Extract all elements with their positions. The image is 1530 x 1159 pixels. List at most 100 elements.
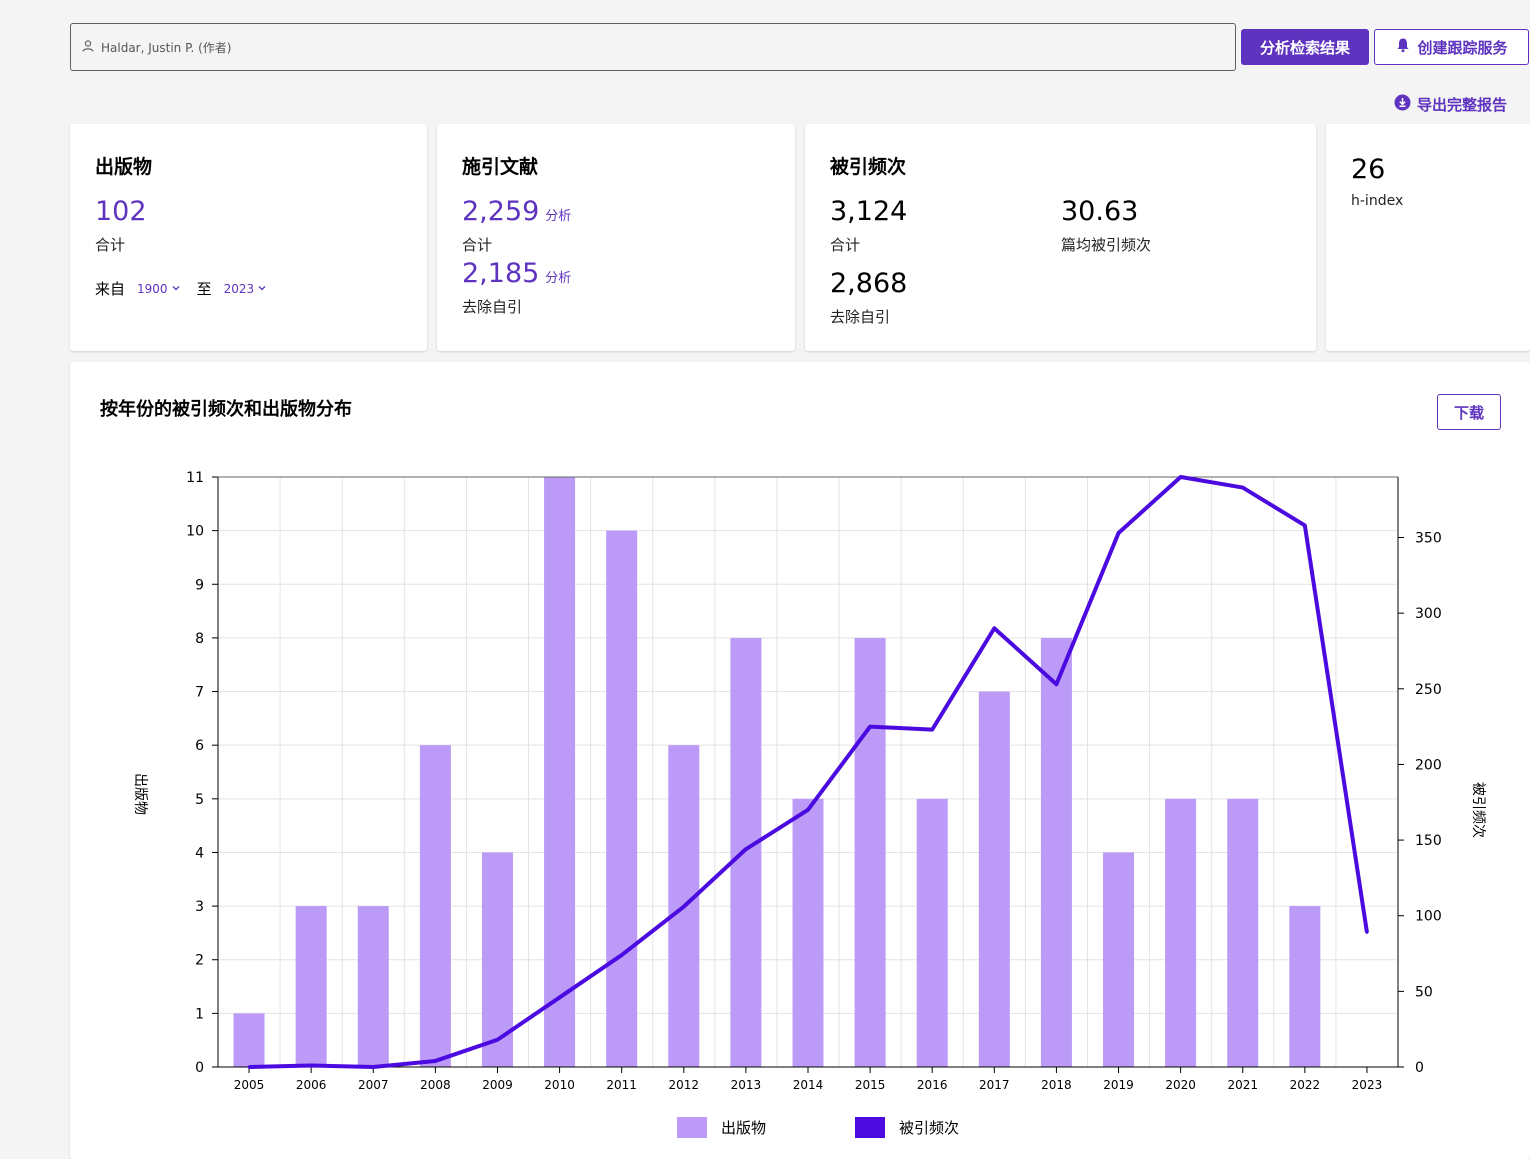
- legend-label-publications: 出版物: [721, 1119, 767, 1137]
- to-label: 至: [196, 280, 212, 298]
- point-2008: [433, 1059, 437, 1063]
- x-tick-label: 2005: [234, 1078, 265, 1092]
- publications-title: 出版物: [95, 156, 153, 178]
- x-tick-label: 2010: [544, 1078, 575, 1092]
- point-2010: [558, 995, 562, 999]
- x-tick-label: 2016: [917, 1078, 948, 1092]
- x-tick-label: 2022: [1290, 1078, 1321, 1092]
- search-input[interactable]: Haldar, Justin P. (作者): [70, 23, 1236, 71]
- y-tick-label: 2: [195, 953, 204, 969]
- legend-item-times-cited[interactable]: 被引频次: [855, 1117, 959, 1138]
- export-report-label: 导出完整报告: [1417, 96, 1508, 114]
- citing-no-self[interactable]: 2,185 分析: [462, 258, 571, 289]
- h-index-card: 26 h-index: [1326, 124, 1530, 351]
- chevron-down-icon: [171, 282, 181, 296]
- x-tick-label: 2011: [606, 1078, 637, 1092]
- y-tick-label: 0: [195, 1060, 204, 1076]
- point-2019: [1117, 531, 1121, 535]
- chevron-down-icon: [257, 282, 267, 296]
- times-cited-no-self-label: 去除自引: [830, 308, 891, 326]
- y2-tick-label: 250: [1415, 682, 1442, 698]
- bar-2016: [916, 798, 948, 1067]
- bar-2014: [792, 798, 824, 1067]
- legend-swatch-times-cited: [855, 1117, 885, 1138]
- point-2011: [620, 953, 624, 957]
- citing-total[interactable]: 2,259 分析: [462, 196, 571, 227]
- point-2013: [744, 847, 748, 851]
- publications-total[interactable]: 102: [95, 196, 147, 227]
- y-tick-label: 5: [195, 792, 204, 808]
- legend-label-times-cited: 被引频次: [899, 1119, 960, 1137]
- y-tick-label: 9: [195, 577, 204, 593]
- citing-total-value: 2,259: [462, 196, 540, 227]
- point-2022: [1303, 523, 1307, 527]
- analyze-results-button[interactable]: 分析检索结果: [1241, 29, 1369, 65]
- x-tick-label: 2023: [1352, 1078, 1383, 1092]
- bar-2010: [544, 477, 576, 1067]
- point-2018: [1054, 682, 1058, 686]
- bar-2007: [357, 906, 389, 1067]
- x-tick-label: 2018: [1041, 1078, 1072, 1092]
- y2-tick-label: 100: [1415, 909, 1442, 925]
- point-2023: [1365, 930, 1369, 934]
- y2-tick-label: 300: [1415, 606, 1442, 622]
- h-index-label: h-index: [1351, 193, 1404, 209]
- bar-2011: [606, 530, 638, 1067]
- y2-tick-label: 200: [1415, 757, 1442, 773]
- export-report-link[interactable]: 导出完整报告: [1394, 94, 1507, 115]
- times-cited-total: 3,124: [830, 196, 908, 227]
- point-2015: [868, 725, 872, 729]
- citation-chart-panel: 按年份的被引频次和出版物分布 下载 0 1 2 3 4 5 6 7 8 9 10 11 0 50 100 15…: [70, 362, 1530, 1159]
- legend-swatch-publications: [677, 1117, 707, 1138]
- citing-no-self-analyze-link[interactable]: 分析: [545, 271, 571, 286]
- x-tick-label: 2007: [358, 1078, 389, 1092]
- bar-2005: [233, 1013, 265, 1067]
- y-tick-label: 3: [195, 899, 204, 915]
- y-axis-title: 出版物: [132, 773, 148, 815]
- point-2012: [682, 905, 686, 909]
- legend-item-publications[interactable]: 出版物: [677, 1117, 766, 1138]
- point-2007: [371, 1065, 375, 1069]
- to-year-value: 2023: [223, 281, 255, 296]
- y-tick-label: 6: [195, 738, 204, 754]
- average-citations-label: 篇均被引频次: [1061, 236, 1152, 254]
- bar-2013: [730, 637, 762, 1067]
- x-tick-label: 2019: [1103, 1078, 1134, 1092]
- x-tick-label: 2008: [420, 1078, 451, 1092]
- download-icon: [1394, 94, 1411, 115]
- citing-no-self-value: 2,185: [462, 258, 540, 289]
- x-tick-label: 2021: [1227, 1078, 1258, 1092]
- bar-2006: [295, 906, 327, 1067]
- citing-analyze-link[interactable]: 分析: [545, 209, 571, 224]
- citation-chart: 0 1 2 3 4 5 6 7 8 9 10 11 0 50 100 150 200 250 300 350 2005 2…: [132, 470, 1486, 1092]
- citing-total-label: 合计: [462, 236, 493, 254]
- x-tick-label: 2009: [482, 1078, 513, 1092]
- y2-axis-title: 被引频次: [1470, 782, 1486, 838]
- y-tick-label: 7: [195, 685, 204, 701]
- to-year-select[interactable]: 2023: [224, 282, 268, 296]
- bar-2021: [1227, 798, 1259, 1067]
- bar-2017: [978, 691, 1010, 1067]
- times-cited-card: 被引频次 3,124 合计 30.63 篇均被引频次 2,868 去除自引: [805, 124, 1316, 351]
- x-tick-label: 2006: [296, 1078, 327, 1092]
- bar-2019: [1103, 852, 1135, 1067]
- citing-articles-card: 施引文献 2,259 分析 合计 2,185 分析 去除自引: [437, 124, 795, 351]
- x-tick-label: 2017: [979, 1078, 1010, 1092]
- point-2016: [930, 728, 934, 732]
- bar-2015: [854, 637, 886, 1067]
- user-icon: [81, 38, 101, 57]
- point-2014: [806, 808, 810, 812]
- point-2021: [1241, 486, 1245, 490]
- point-2017: [992, 626, 996, 630]
- create-alert-button[interactable]: 创建跟踪服务: [1374, 29, 1529, 65]
- from-label: 来自: [95, 280, 126, 298]
- publications-total-label: 合计: [95, 236, 126, 254]
- y-tick-label: 4: [195, 845, 204, 861]
- citing-no-self-label: 去除自引: [462, 298, 523, 316]
- x-tick-label: 2015: [855, 1078, 886, 1092]
- bar-2009: [481, 852, 513, 1067]
- y2-tick-label: 50: [1415, 984, 1433, 1000]
- from-year-select[interactable]: 1900: [137, 282, 181, 296]
- y2-tick-label: 150: [1415, 833, 1442, 849]
- y-tick-label: 10: [186, 524, 204, 540]
